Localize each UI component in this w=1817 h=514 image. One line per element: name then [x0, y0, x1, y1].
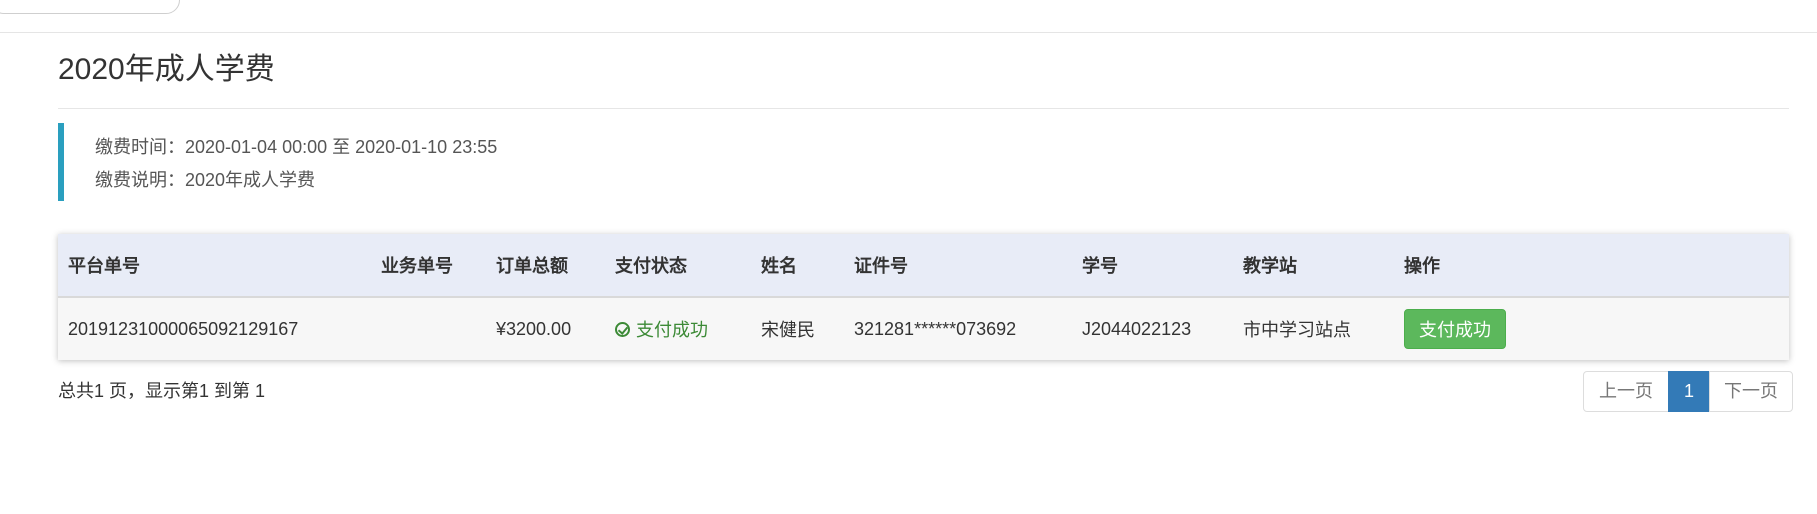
- header-id-no: 证件号: [844, 234, 1072, 298]
- header-name: 姓名: [751, 234, 844, 298]
- check-circle-icon: [615, 322, 630, 337]
- pay-success-button[interactable]: 支付成功: [1404, 309, 1506, 349]
- cell-platform-no: 201912310000650921291​67: [68, 318, 299, 339]
- cell-station: 市中学习站点: [1243, 320, 1351, 340]
- top-tab[interactable]: [0, 0, 180, 14]
- header-action: 操作: [1394, 234, 1789, 298]
- pagination: 上一页 1 下一页: [1583, 371, 1793, 412]
- next-page-button[interactable]: 下一页: [1709, 371, 1793, 412]
- cell-id-no: 321281******073692: [854, 318, 1017, 339]
- prev-page-button[interactable]: 上一页: [1583, 371, 1669, 412]
- page-title: 2020年成人学费: [58, 53, 275, 86]
- orders-table-panel: 平台单号 业务单号 订单总额 支付状态 姓名 证件号 学号 教学站 操作 201…: [58, 234, 1789, 360]
- cell-amount: ¥3200.00: [496, 318, 572, 339]
- cell-status: 支付成功: [605, 297, 751, 360]
- status-text: 支付成功: [636, 320, 708, 340]
- orders-table: 平台单号 业务单号 订单总额 支付状态 姓名 证件号 学号 教学站 操作 201…: [58, 234, 1789, 360]
- table-header-row: 平台单号 业务单号 订单总额 支付状态 姓名 证件号 学号 教学站 操作: [58, 234, 1789, 298]
- table-row: 201912310000650921291​67 ¥3200.00 支付成功 宋…: [58, 297, 1789, 360]
- header-platform-no: 平台单号: [58, 234, 371, 298]
- header-status: 支付状态: [605, 234, 751, 298]
- payment-info-block: 缴费时间：2020-01-04 00:00 至 2020-01-10 23:55…: [58, 123, 1795, 201]
- header-student-no: 学号: [1072, 234, 1233, 298]
- cell-business-no: [371, 297, 486, 360]
- payment-description: 缴费说明：2020年成人学费: [95, 170, 316, 190]
- cell-name: 宋健民: [761, 320, 815, 340]
- cell-student-no: J2044022123: [1082, 318, 1192, 339]
- title-divider: [58, 108, 1789, 109]
- top-bar: [0, 0, 1817, 33]
- current-page-button[interactable]: 1: [1668, 371, 1710, 412]
- cell-action: 支付成功: [1394, 297, 1789, 360]
- payment-time: 缴费时间：2020-01-04 00:00 至 2020-01-10 23:55: [95, 137, 498, 157]
- header-business-no: 业务单号: [371, 234, 486, 298]
- header-station: 教学站: [1233, 234, 1394, 298]
- header-amount: 订单总额: [486, 234, 605, 298]
- pagination-summary: 总共1 页，显示第1 到第 1: [58, 381, 266, 401]
